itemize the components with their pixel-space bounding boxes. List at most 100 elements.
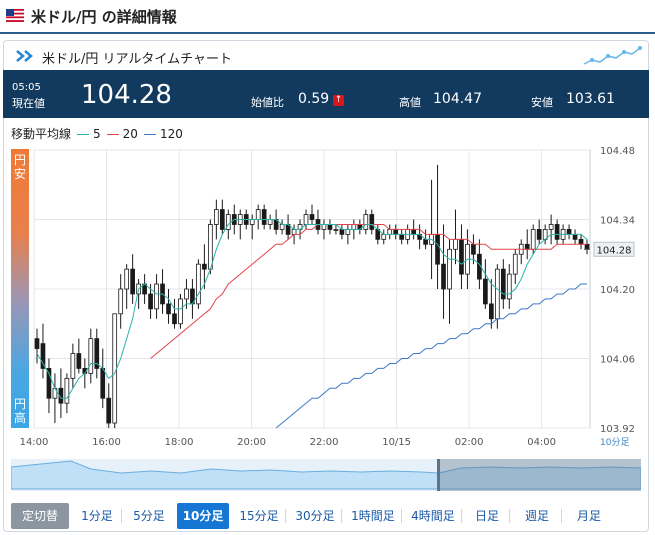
candle-body <box>453 238 458 250</box>
candle-body <box>524 243 530 250</box>
candle-body <box>339 229 345 235</box>
candle-body <box>548 224 554 230</box>
candle-body <box>566 229 572 235</box>
y-tick-label: 103.92 <box>600 424 635 435</box>
candle-body <box>327 224 333 230</box>
current-price-label: 104.28 <box>597 245 632 256</box>
tab-separator <box>121 509 122 523</box>
tab-separator <box>561 509 562 523</box>
tab-1hour[interactable]: 1時間足 <box>345 503 401 529</box>
tab-separator <box>285 509 286 523</box>
candle-body <box>489 303 494 320</box>
candle-body <box>441 263 446 290</box>
candle-body <box>530 229 536 250</box>
tab-4hour[interactable]: 4時間足 <box>405 503 461 529</box>
y-tick-label: 104.48 <box>600 146 635 157</box>
candle-body <box>321 224 327 230</box>
candle-body <box>351 224 357 230</box>
candle-body <box>76 353 82 369</box>
candle-body <box>178 298 183 325</box>
y-tick-label: 104.34 <box>600 216 635 227</box>
tab-5min[interactable]: 5分足 <box>125 503 173 529</box>
candle-body <box>423 238 428 245</box>
candle-body <box>506 273 512 300</box>
candle-body <box>172 313 177 325</box>
candle-body <box>219 209 225 230</box>
x-tick-label: 02:00 <box>455 437 484 448</box>
candle-body <box>494 268 500 320</box>
candle-body <box>399 233 405 240</box>
x-tick-label: 16:00 <box>92 437 121 448</box>
candle-body <box>512 253 518 275</box>
candle-body <box>70 353 76 379</box>
navigator-handle[interactable] <box>437 459 440 491</box>
candle-body <box>435 233 440 265</box>
range-navigator[interactable] <box>11 459 641 491</box>
x-tick-label: 14:00 <box>20 437 49 448</box>
candle-body <box>381 233 387 240</box>
tab-separator <box>461 509 462 523</box>
candle-body <box>363 214 369 230</box>
candle-body <box>124 268 130 290</box>
candle-body <box>471 243 476 255</box>
candle-body <box>130 268 135 295</box>
candle-body <box>483 278 488 305</box>
candle-body <box>572 233 578 240</box>
tab-monthly[interactable]: 月足 <box>565 503 613 529</box>
x-tick-label: 20:00 <box>237 437 266 448</box>
candle-body <box>459 238 464 275</box>
tab-separator <box>341 509 342 523</box>
candle-body <box>184 288 189 300</box>
candle-body <box>249 219 255 225</box>
candle-body <box>154 283 159 310</box>
candle-body <box>554 224 560 240</box>
y-tick-label: 104.06 <box>600 355 635 366</box>
x-tick-label: 22:00 <box>310 437 339 448</box>
candle-body <box>369 214 375 230</box>
tab-separator <box>401 509 402 523</box>
candle-body <box>309 214 315 220</box>
candle-body <box>345 229 351 235</box>
candle-body <box>447 248 452 290</box>
candle-body <box>106 397 112 424</box>
tab-30min[interactable]: 30分足 <box>289 503 341 529</box>
candle-body <box>584 243 590 250</box>
candle-body <box>196 263 201 305</box>
candle-body <box>118 288 124 315</box>
candle-body <box>208 224 213 270</box>
tab-weekly[interactable]: 週足 <box>513 503 561 529</box>
x-tick-label: 10/15 <box>382 437 411 448</box>
candlestick-chart[interactable]: 104.48 104.34 104.20 104.06 103.92 14:00 16:00… <box>0 0 655 455</box>
tab-toggle[interactable]: 定切替 <box>11 503 69 529</box>
candle-body <box>202 263 207 270</box>
tab-daily[interactable]: 日足 <box>465 503 509 529</box>
candle-body <box>261 209 267 225</box>
candle-body <box>393 229 399 235</box>
navigator-selection[interactable] <box>439 459 641 491</box>
candle-body <box>112 313 118 424</box>
candle-body <box>267 219 273 225</box>
candle-body <box>279 224 285 230</box>
candle-body <box>214 209 219 225</box>
candle-body <box>88 338 94 374</box>
tab-separator <box>509 509 510 523</box>
tab-10min[interactable]: 10分足 <box>177 503 229 529</box>
x-unit-label: 10分足 <box>600 437 629 448</box>
tab-1min[interactable]: 1分足 <box>73 503 121 529</box>
candle-body <box>166 303 171 315</box>
candle-body <box>536 229 542 240</box>
candle-body <box>291 229 297 235</box>
candle-body <box>578 238 584 245</box>
candle-body <box>411 229 416 235</box>
candle-body <box>387 229 393 235</box>
candle-body <box>40 343 46 369</box>
candle-body <box>148 293 153 310</box>
candle-body <box>34 338 40 349</box>
candle-body <box>100 368 106 399</box>
tab-15min[interactable]: 15分足 <box>233 503 285 529</box>
candle-body <box>64 377 70 404</box>
candle-body <box>255 209 261 220</box>
candle-body <box>303 214 309 225</box>
x-tick-label: 04:00 <box>527 437 556 448</box>
y-tick-label: 104.20 <box>600 285 635 296</box>
